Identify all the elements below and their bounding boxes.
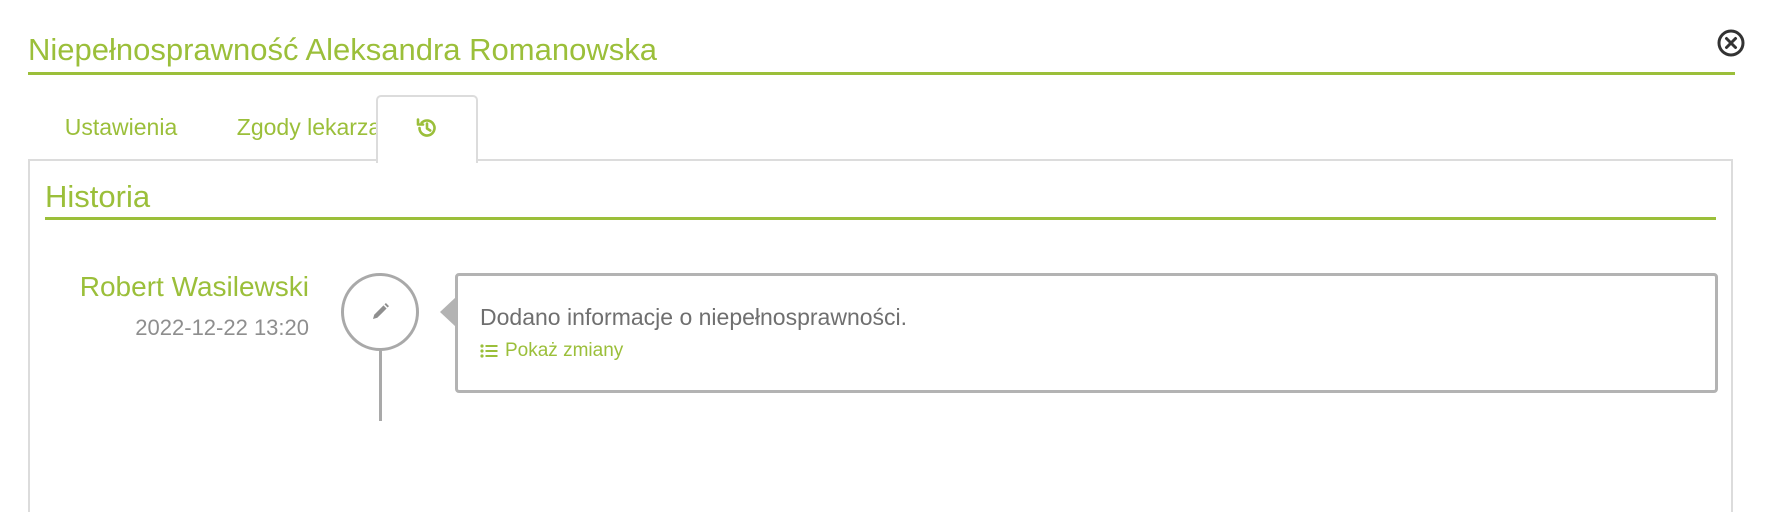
tab-settings[interactable]: Ustawienia — [28, 95, 214, 159]
entry-timestamp: 2022-12-22 13:20 — [135, 315, 309, 340]
list-icon — [480, 344, 498, 358]
history-entry-card: Dodano informacje o niepełnosprawności. … — [455, 273, 1718, 393]
entry-message: Dodano informacje o niepełnosprawności. — [480, 304, 908, 330]
history-icon — [416, 118, 436, 137]
pencil-icon — [373, 303, 389, 319]
disability-history-modal: Niepełnosprawność Aleksandra Romanowska … — [0, 0, 1772, 512]
tab-bar: Ustawienia Zgody lekarza — [28, 95, 1735, 163]
close-button[interactable] — [1716, 28, 1746, 58]
history-title: Historia — [45, 179, 151, 214]
show-changes-label: Pokaż zmiany — [505, 340, 624, 361]
page-title: Niepełnosprawność Aleksandra Romanowska — [28, 32, 657, 67]
entry-user-name: Robert Wasilewski — [79, 271, 309, 302]
modal-header: Niepełnosprawność Aleksandra Romanowska — [28, 28, 1735, 75]
show-changes-link[interactable]: Pokaż zmiany — [480, 340, 623, 362]
tab-history[interactable] — [376, 95, 478, 163]
close-circle-icon — [1717, 29, 1745, 57]
history-panel: Historia Robert Wasilewski 2022-12-22 13… — [28, 159, 1733, 512]
timeline-line — [379, 351, 382, 421]
timeline-marker — [341, 273, 419, 351]
card-pointer — [440, 297, 456, 327]
history-section-header: Historia — [45, 179, 1716, 220]
